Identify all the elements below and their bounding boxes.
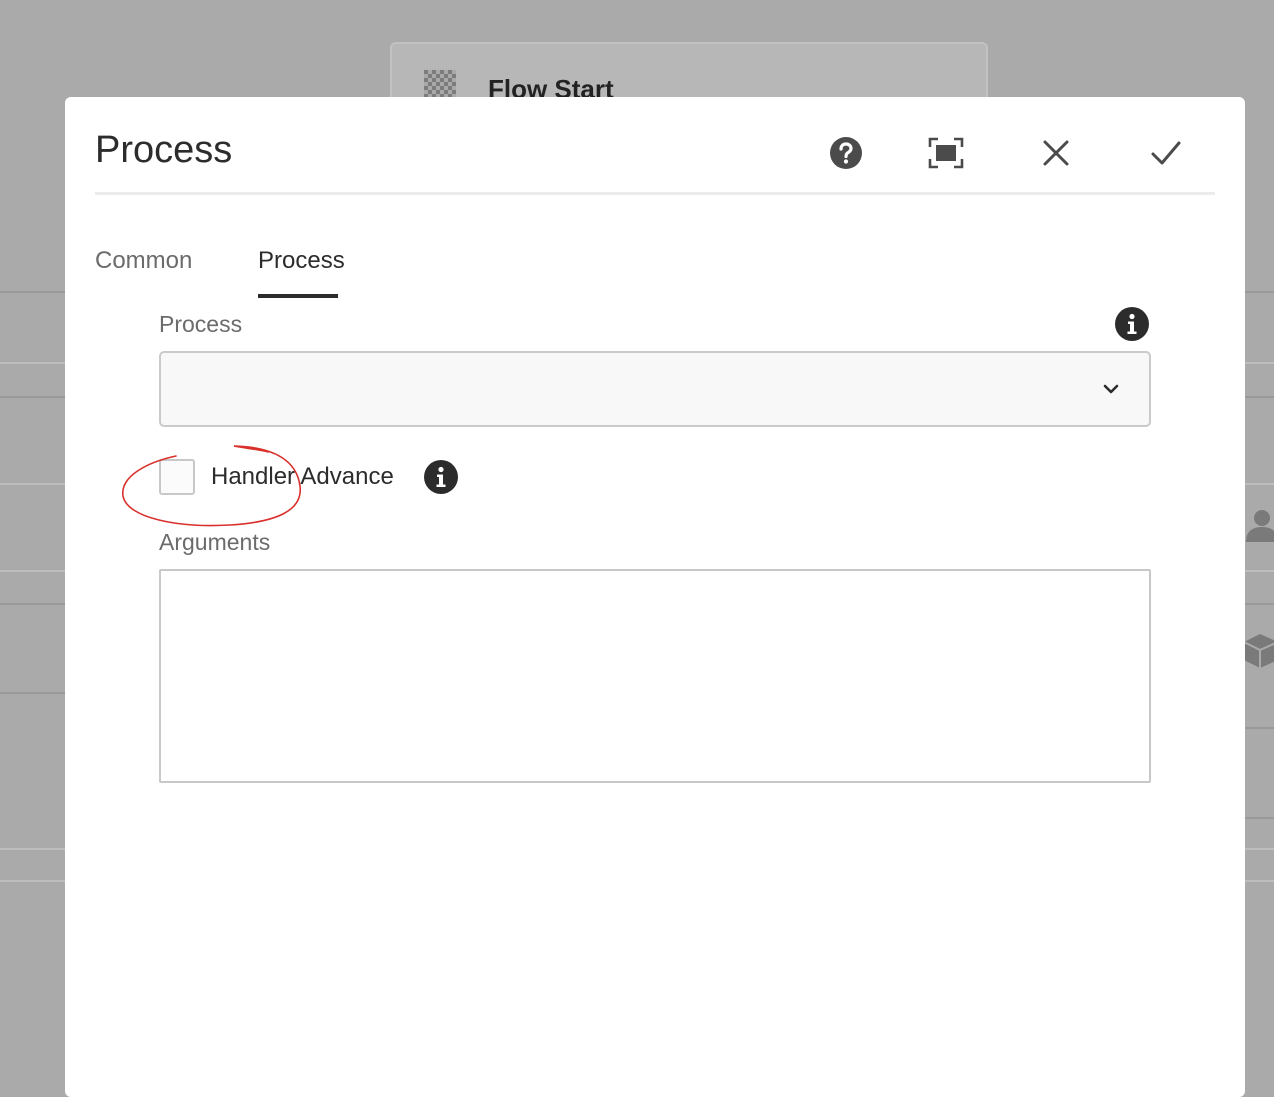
bg-divider xyxy=(0,570,65,572)
bg-divider xyxy=(1245,291,1274,293)
bg-divider xyxy=(1245,817,1274,819)
arguments-field-label: Arguments xyxy=(159,529,271,555)
bg-divider xyxy=(0,362,65,364)
bg-divider xyxy=(0,848,65,850)
bg-divider xyxy=(1245,570,1274,572)
bg-divider xyxy=(0,603,65,605)
help-button[interactable] xyxy=(826,133,866,173)
fullscreen-button[interactable] xyxy=(926,133,966,173)
bg-divider xyxy=(1245,483,1274,485)
process-field-label: Process xyxy=(159,311,243,337)
bg-divider xyxy=(1245,848,1274,850)
handler-advance-checkbox[interactable] xyxy=(159,459,195,495)
tab-common[interactable]: Common xyxy=(95,247,192,275)
close-icon xyxy=(1043,140,1069,166)
handler-advance-info-icon[interactable] xyxy=(424,460,458,494)
tab-process[interactable]: Process xyxy=(258,247,345,275)
bg-divider xyxy=(1245,396,1274,398)
bg-divider xyxy=(1245,603,1274,605)
active-tab-indicator xyxy=(258,294,338,298)
package-icon xyxy=(1244,634,1274,668)
close-button[interactable] xyxy=(1036,133,1076,173)
process-select[interactable] xyxy=(159,351,1151,427)
user-icon xyxy=(1246,510,1274,542)
handler-advance-label[interactable]: Handler Advance xyxy=(211,463,394,491)
bg-divider xyxy=(0,291,65,293)
bg-divider xyxy=(1245,727,1274,729)
info-icon xyxy=(1127,313,1137,334)
bg-divider xyxy=(0,483,65,485)
done-button[interactable] xyxy=(1146,133,1186,173)
header-divider xyxy=(95,192,1215,195)
info-icon xyxy=(436,466,446,487)
process-dialog: Process Common Process Process Handler A… xyxy=(65,97,1245,1097)
bg-divider xyxy=(0,396,65,398)
process-info-icon[interactable] xyxy=(1115,307,1149,341)
fullscreen-icon xyxy=(928,137,964,169)
bg-divider xyxy=(1245,362,1274,364)
help-icon xyxy=(830,137,862,169)
checkmark-icon xyxy=(1151,141,1181,165)
bg-divider xyxy=(1245,880,1274,882)
dialog-title: Process xyxy=(95,129,233,171)
bg-divider xyxy=(0,692,65,694)
arguments-textarea[interactable] xyxy=(159,569,1151,783)
flow-start-icon xyxy=(424,70,456,98)
chevron-down-icon xyxy=(1103,384,1119,394)
bg-divider xyxy=(0,880,65,882)
